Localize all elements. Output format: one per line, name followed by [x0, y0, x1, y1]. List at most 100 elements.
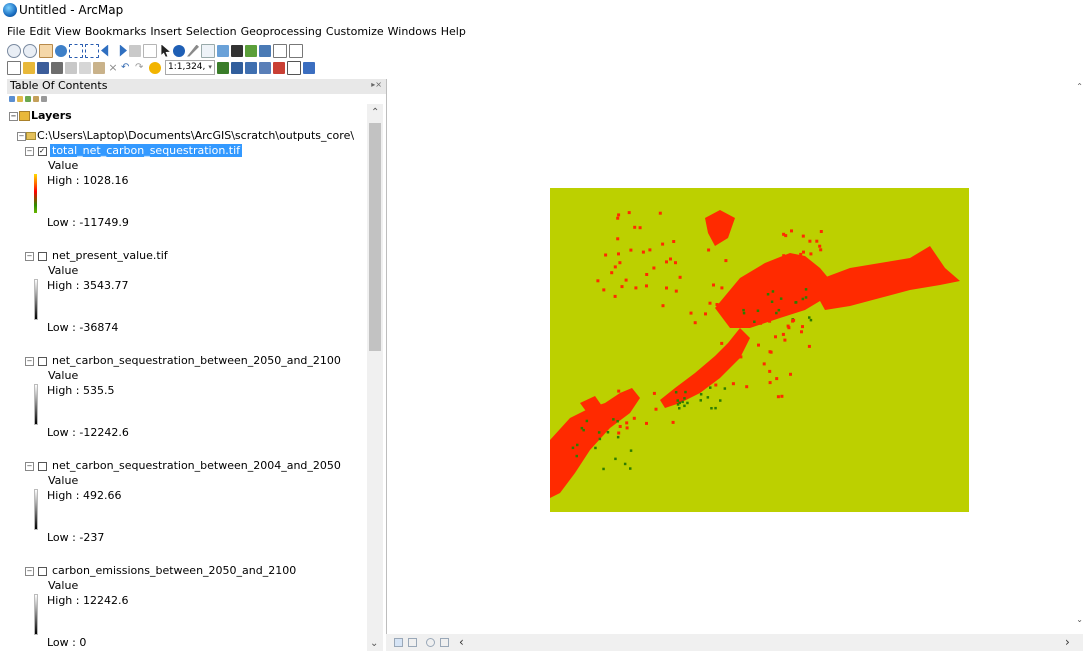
pause-drawing-icon[interactable] — [440, 638, 449, 647]
editor-toolbar-icon[interactable] — [216, 61, 229, 74]
add-data-icon[interactable] — [149, 61, 161, 74]
layer-name[interactable]: net_carbon_sequestration_between_2004_an… — [50, 459, 343, 472]
layer-name-row[interactable]: − carbon_emissions_between_2050_and_2100 — [25, 564, 298, 577]
grayscale-ramp-swatch[interactable] — [34, 384, 38, 425]
hyperlink-icon[interactable] — [217, 44, 229, 57]
grayscale-ramp-swatch[interactable] — [34, 594, 38, 635]
workspace-group-node[interactable]: − C:\Users\Laptop\Documents\ArcGIS\scratc… — [17, 129, 354, 142]
table-of-contents-icon[interactable] — [230, 61, 243, 74]
menu-help[interactable]: Help — [441, 25, 466, 38]
map-scale-dropdown[interactable]: 1:1,324, ▾ — [165, 60, 215, 75]
scroll-down-icon[interactable]: ⌄ — [1076, 615, 1083, 624]
layer-name[interactable]: total_net_carbon_sequestration.tif — [50, 144, 243, 157]
layout-view-tab[interactable] — [408, 638, 417, 647]
collapse-icon[interactable]: − — [9, 111, 18, 121]
list-by-visibility-icon[interactable] — [25, 95, 31, 102]
go-to-xy-icon[interactable] — [245, 44, 257, 57]
redo-icon[interactable]: ↷ — [135, 62, 147, 74]
layer-name-row[interactable]: − net_carbon_sequestration_between_2004_… — [25, 459, 343, 472]
search-window-icon[interactable] — [258, 61, 271, 74]
zoom-in-icon[interactable] — [7, 43, 21, 58]
menu-geoprocessing[interactable]: Geoprocessing — [241, 25, 322, 38]
toc-scrollbar-thumb[interactable] — [369, 123, 381, 351]
map-display[interactable]: ⌃ ⌄ — [386, 79, 1083, 651]
scroll-up-icon[interactable]: ⌃ — [1076, 82, 1083, 91]
list-by-selection-icon[interactable] — [33, 95, 39, 102]
modelbuilder-icon[interactable] — [302, 61, 315, 74]
fixed-zoom-out-icon[interactable] — [85, 43, 99, 58]
layer-name[interactable]: net_present_value.tif — [50, 249, 170, 262]
visibility-checkbox[interactable] — [37, 566, 47, 576]
select-cursor-icon[interactable] — [161, 44, 170, 57]
layer-name[interactable]: net_carbon_sequestration_between_2050_an… — [50, 354, 343, 367]
menu-file[interactable]: File — [7, 25, 25, 38]
visibility-checkbox[interactable] — [37, 461, 47, 471]
menu-windows[interactable]: Windows — [388, 25, 437, 38]
raster-map[interactable] — [550, 188, 969, 512]
find-route-icon[interactable] — [259, 44, 271, 57]
visibility-checkbox[interactable] — [37, 356, 47, 366]
pin-close-icon[interactable]: ▸× — [371, 80, 382, 89]
grayscale-ramp-swatch[interactable] — [34, 489, 38, 530]
layer-name-row[interactable]: − net_present_value.tif — [25, 249, 170, 262]
layer-name-row[interactable]: − ✓ total_net_carbon_sequestration.tif — [25, 144, 243, 157]
new-document-icon[interactable] — [7, 60, 21, 75]
menu-bookmarks[interactable]: Bookmarks — [85, 25, 146, 38]
select-elements-icon[interactable] — [129, 44, 141, 57]
open-folder-icon[interactable] — [23, 61, 35, 74]
fixed-zoom-in-icon[interactable] — [69, 43, 83, 58]
undo-icon[interactable]: ↶ — [121, 62, 133, 74]
menu-insert[interactable]: Insert — [150, 25, 182, 38]
list-by-source-icon[interactable] — [17, 95, 23, 102]
forward-arrow-icon[interactable] — [119, 44, 127, 57]
save-disk-icon[interactable] — [37, 61, 49, 74]
collapse-icon[interactable]: − — [25, 461, 34, 471]
collapse-icon[interactable]: − — [25, 356, 34, 366]
clear-selection-icon[interactable] — [143, 43, 157, 58]
menu-view[interactable]: View — [55, 25, 81, 38]
python-window-icon[interactable] — [286, 60, 301, 75]
collapse-icon[interactable]: − — [25, 251, 34, 261]
menu-customize[interactable]: Customize — [326, 25, 384, 38]
delete-x-icon[interactable]: × — [107, 62, 119, 74]
scroll-down-icon[interactable]: ⌄ — [370, 638, 378, 649]
layer-name-row[interactable]: − net_carbon_sequestration_between_2050_… — [25, 354, 343, 367]
layer-name[interactable]: carbon_emissions_between_2050_and_2100 — [50, 564, 298, 577]
scroll-left-icon[interactable]: ‹ — [459, 635, 464, 649]
scroll-right-icon[interactable]: › — [1065, 635, 1070, 649]
identify-info-icon[interactable] — [173, 44, 185, 57]
list-by-drawing-order-icon[interactable] — [9, 95, 15, 102]
pan-hand-icon[interactable] — [39, 43, 53, 58]
copy-icon[interactable] — [79, 61, 91, 74]
map-vertical-scrollbar[interactable]: ⌃ ⌄ — [1074, 79, 1083, 634]
zoom-out-icon[interactable] — [23, 43, 37, 58]
data-view-tab[interactable] — [394, 638, 403, 647]
collapse-icon[interactable]: − — [25, 566, 34, 576]
toc-options-icon[interactable] — [41, 95, 47, 102]
layers-root-node[interactable]: − Layers — [9, 109, 72, 122]
time-slider-icon[interactable] — [273, 43, 287, 58]
toc-scrollbar[interactable]: ⌃ ⌄ — [367, 104, 383, 651]
collapse-icon[interactable]: − — [17, 131, 26, 141]
grayscale-ramp-swatch[interactable] — [34, 279, 38, 320]
collapse-icon[interactable]: − — [25, 146, 34, 156]
back-arrow-icon[interactable] — [101, 44, 109, 57]
menu-selection[interactable]: Selection — [186, 25, 237, 38]
scroll-up-icon[interactable]: ⌃ — [371, 107, 379, 118]
refresh-icon[interactable] — [426, 638, 435, 647]
print-icon[interactable] — [51, 61, 63, 74]
cut-icon[interactable] — [65, 61, 77, 74]
measure-icon[interactable] — [187, 44, 199, 57]
create-viewer-icon[interactable] — [289, 43, 303, 58]
full-extent-globe-icon[interactable] — [55, 44, 67, 57]
visibility-checkbox[interactable]: ✓ — [37, 146, 47, 156]
visibility-checkbox[interactable] — [37, 251, 47, 261]
html-popup-icon[interactable] — [201, 43, 215, 58]
color-ramp-swatch[interactable] — [34, 174, 37, 213]
catalog-window-icon[interactable] — [244, 61, 257, 74]
paste-icon[interactable] — [93, 61, 105, 74]
chevron-down-icon[interactable]: ▾ — [208, 61, 212, 74]
arctoolbox-icon[interactable] — [272, 61, 285, 74]
find-binoculars-icon[interactable] — [231, 44, 243, 57]
menu-edit[interactable]: Edit — [29, 25, 50, 38]
